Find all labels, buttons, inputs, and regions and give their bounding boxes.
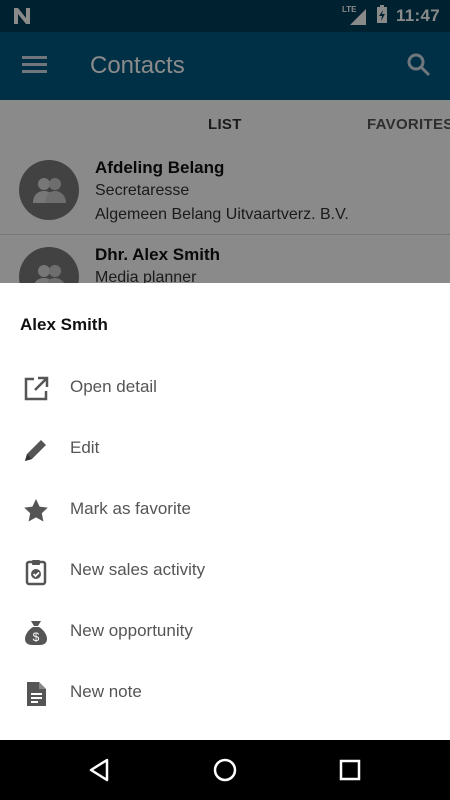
action-label: New note xyxy=(70,682,142,701)
pencil-icon xyxy=(22,436,50,464)
svg-text:$: $ xyxy=(33,630,40,644)
new-opportunity-action[interactable]: $ New opportunity xyxy=(0,603,450,659)
navigation-bar xyxy=(0,740,450,800)
star-icon xyxy=(22,497,50,525)
recents-icon[interactable] xyxy=(336,756,364,784)
edit-action[interactable]: Edit xyxy=(0,420,450,476)
money-bag-icon: $ xyxy=(22,619,50,647)
action-label: Open detail xyxy=(70,377,157,396)
note-icon xyxy=(22,680,50,708)
action-label: New opportunity xyxy=(70,621,193,640)
action-label: New sales activity xyxy=(70,560,206,579)
home-icon[interactable] xyxy=(211,756,239,784)
new-note-action[interactable]: New note xyxy=(0,664,450,720)
back-icon[interactable] xyxy=(87,756,115,784)
sheet-title: Alex Smith xyxy=(20,315,108,334)
new-sales-activity-action[interactable]: New sales activity xyxy=(0,542,450,598)
mark-favorite-action[interactable]: Mark as favorite xyxy=(0,481,450,537)
action-label: Edit xyxy=(70,438,100,457)
open-external-icon xyxy=(22,375,50,403)
bottom-sheet: Alex Smith Open detail Edit Mark as favo… xyxy=(0,283,450,740)
clipboard-check-icon xyxy=(22,558,50,586)
action-label: Mark as favorite xyxy=(70,499,191,518)
open-detail-action[interactable]: Open detail xyxy=(0,359,450,415)
